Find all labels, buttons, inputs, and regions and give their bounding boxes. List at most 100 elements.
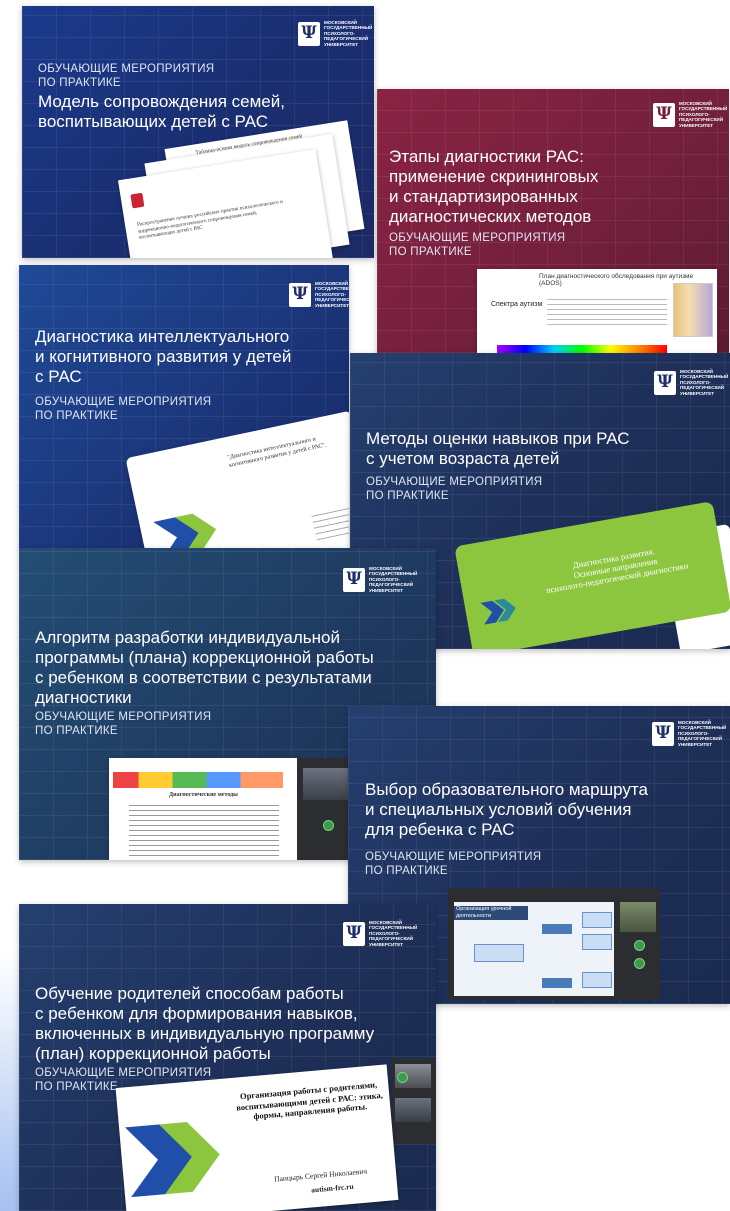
card-subtitle: ОБУЧАЮЩИЕ МЕРОПРИЯТИЯ ПО ПРАКТИКЕ <box>38 62 214 90</box>
diagram-node <box>582 912 612 928</box>
card-asd-diagnostics-stages[interactable]: Ψ МОСКОВСКИЙ ГОСУДАРСТВЕННЫЙ ПСИХОЛОГО- … <box>377 89 729 353</box>
card-title-line: Обучение родителей способам работы <box>35 984 344 1003</box>
university-logo: Ψ МОСКОВСКИЙ ГОСУДАРСТВЕННЫЙ ПСИХОЛОГО- … <box>343 566 423 593</box>
card-subtitle-line: ОБУЧАЮЩИЕ МЕРОПРИЯТИЯ <box>366 476 543 488</box>
card-title: Алгоритм разработки индивидуальной прогр… <box>35 628 374 708</box>
university-logo-text: МОСКОВСКИЙ ГОСУДАРСТВЕННЫЙ ПСИХОЛОГО- ПЕ… <box>679 101 728 128</box>
card-subtitle-line: ОБУЧАЮЩИЕ МЕРОПРИЯТИЯ <box>35 1067 212 1079</box>
slide-site: autism-frc.ru <box>310 1181 355 1195</box>
university-logo: Ψ МОСКОВСКИЙ ГОСУДАРСТВЕННЫЙ ПСИХОЛОГО- … <box>298 20 374 47</box>
slide-images-strip <box>113 772 283 788</box>
university-logo: Ψ МОСКОВСКИЙ ГОСУДАРСТВЕННЫЙ ПСИХОЛОГО- … <box>652 720 730 747</box>
card-title-line: Выбор образовательного маршрута <box>365 780 648 799</box>
participant-video <box>303 768 351 800</box>
card-title-line: Этапы диагностики РАС: <box>389 147 584 166</box>
card-subtitle-line: ПО ПРАКТИКЕ <box>38 77 121 89</box>
slide-preview: План диагностического обследования при а… <box>477 269 717 353</box>
slide-heading: Организация работы с родителями, воспиты… <box>234 1079 384 1123</box>
card-title: Выбор образовательного маршрута и специа… <box>365 780 648 840</box>
card-title-line: программы (плана) коррекционной работы <box>35 648 374 667</box>
card-parent-training[interactable]: Ψ МОСКОВСКИЙ ГОСУДАРСТВЕННЫЙ ПСИХОЛОГО- … <box>19 904 436 1211</box>
card-subtitle-line: ОБУЧАЮЩИЕ МЕРОПРИЯТИЯ <box>35 711 212 723</box>
slide-label: Спектра аутизм <box>491 301 543 308</box>
card-subtitle-line: ОБУЧАЮЩИЕ МЕРОПРИЯТИЯ <box>38 63 215 75</box>
participant-indicator-icon <box>634 940 645 951</box>
diagram-node <box>582 934 612 950</box>
slide-author: Панцырь Сергей Николаевич <box>273 1166 368 1184</box>
slide-heading: Диагностика развития. Основные направлен… <box>519 537 711 600</box>
card-intellectual-cognitive-diagnostics[interactable]: Ψ МОСКОВСКИЙ ГОСУДАРСТВЕННЫЙ ПСИХОЛОГО- … <box>19 265 349 549</box>
card-title-line: с ребенком в соответствии с результатами <box>35 668 372 687</box>
slide-author-lines <box>310 504 349 541</box>
video-call-window: Организация урочной деятельности <box>448 888 660 1000</box>
university-logo-icon: Ψ <box>653 102 675 127</box>
diagram-node <box>474 944 524 962</box>
card-title-line: Алгоритм разработки индивидуальной <box>35 628 340 647</box>
card-title-line: (план) коррекционной работы <box>35 1044 271 1063</box>
university-logo-icon: Ψ <box>289 282 311 307</box>
card-subtitle: ОБУЧАЮЩИЕ МЕРОПРИЯТИЯ ПО ПРАКТИКЕ <box>389 231 565 259</box>
university-logo: Ψ МОСКОВСКИЙ ГОСУДАРСТВЕННЫЙ ПСИХОЛОГО- … <box>289 281 349 308</box>
card-subtitle: ОБУЧАЮЩИЕ МЕРОПРИЯТИЯ ПО ПРАКТИКЕ <box>35 710 211 738</box>
card-title-line: с ребенком для формирования навыков, <box>35 1004 358 1023</box>
diagram-title-box: Организация урочной деятельности <box>454 906 528 920</box>
university-logo-text: МОСКОВСКИЙ ГОСУДАРСТВЕННЫЙ ПСИХОЛОГО- ПЕ… <box>680 369 729 396</box>
card-subtitle-line: ПО ПРАКТИКЕ <box>389 246 472 258</box>
card-title-line: включенных в индивидуальную программу <box>35 1024 375 1043</box>
card-title-line: для ребенка с РАС <box>365 820 515 839</box>
card-title-line: с РАС <box>35 367 82 386</box>
emblem-icon <box>130 192 145 209</box>
card-title-line: Диагностика интеллектуального <box>35 327 290 346</box>
participant-video <box>620 902 656 932</box>
university-logo-text: МОСКОВСКИЙ ГОСУДАРСТВЕННЫЙ ПСИХОЛОГО- ПЕ… <box>369 920 418 947</box>
university-logo-icon: Ψ <box>654 370 676 395</box>
card-title-line: Модель сопровождения семей, <box>38 92 285 111</box>
university-logo: Ψ МОСКОВСКИЙ ГОСУДАРСТВЕННЫЙ ПСИХОЛОГО- … <box>654 369 730 396</box>
card-subtitle-line: ПО ПРАКТИКЕ <box>366 490 449 502</box>
slide-preview: Диагностические методы <box>109 758 297 860</box>
slide-diagram: Организация урочной деятельности <box>454 902 614 996</box>
university-logo: Ψ МОСКОВСКИЙ ГОСУДАРСТВЕННЫЙ ПСИХОЛОГО- … <box>343 920 423 947</box>
card-family-support-model[interactable]: Ψ МОСКОВСКИЙ ГОСУДАРСТВЕННЫЙ ПСИХОЛОГО- … <box>22 6 374 258</box>
card-title-line: диагностики <box>35 688 132 707</box>
participant-indicator-icon <box>323 820 334 831</box>
slide-quote: "Диагностика интеллектуального и когнити… <box>227 436 327 469</box>
slide-list-lines <box>129 802 279 856</box>
spectrum-bar <box>497 345 667 353</box>
university-logo-icon: Ψ <box>298 21 320 46</box>
card-title: Диагностика интеллектуального и когнитив… <box>35 327 291 387</box>
card-title-line: и когнитивного развития у детей <box>35 347 292 366</box>
card-subtitle: ОБУЧАЮЩИЕ МЕРОПРИЯТИЯ ПО ПРАКТИКЕ <box>366 475 542 503</box>
chevron-logo-icon <box>124 1108 241 1207</box>
participant-indicator-icon <box>634 958 645 969</box>
university-logo-text: МОСКОВСКИЙ ГОСУДАРСТВЕННЫЙ ПСИХОЛОГО- ПЕ… <box>324 20 373 47</box>
card-title: Модель сопровождения семей, воспитывающи… <box>38 92 285 132</box>
card-title-line: Методы оценки навыков при РАС <box>366 429 630 448</box>
card-subtitle-line: ОБУЧАЮЩИЕ МЕРОПРИЯТИЯ <box>365 851 542 863</box>
slide-text-block <box>547 295 667 325</box>
card-title-line: и специальных условий обучения <box>365 800 632 819</box>
card-subtitle-line: ПО ПРАКТИКЕ <box>365 865 448 877</box>
slide-title: Диагностические методы <box>169 792 238 798</box>
card-title-line: с учетом возраста детей <box>366 449 560 468</box>
card-title-line: применение скрининговых <box>389 167 599 186</box>
university-logo-icon: Ψ <box>343 921 365 946</box>
diagram-node <box>542 924 572 934</box>
university-logo-text: МОСКОВСКИЙ ГОСУДАРСТВЕННЫЙ ПСИХОЛОГО- ПЕ… <box>678 720 727 747</box>
card-subtitle-line: ПО ПРАКТИКЕ <box>35 725 118 737</box>
slide-preview: Организация работы с родителями, воспиты… <box>115 1064 399 1211</box>
card-subtitle: ОБУЧАЮЩИЕ МЕРОПРИЯТИЯ ПО ПРАКТИКЕ <box>35 395 211 423</box>
card-subtitle-line: ОБУЧАЮЩИЕ МЕРОПРИЯТИЯ <box>389 232 566 244</box>
card-title: Обучение родителей способам работы с реб… <box>35 984 374 1064</box>
university-logo-icon: Ψ <box>343 567 365 592</box>
card-subtitle-line: ОБУЧАЮЩИЕ МЕРОПРИЯТИЯ <box>35 396 212 408</box>
university-logo-text: МОСКОВСКИЙ ГОСУДАРСТВЕННЫЙ ПСИХОЛОГО- ПЕ… <box>369 566 418 593</box>
card-subtitle: ОБУЧАЮЩИЕ МЕРОПРИЯТИЯ ПО ПРАКТИКЕ <box>365 850 541 878</box>
university-logo: Ψ МОСКОВСКИЙ ГОСУДАРСТВЕННЫЙ ПСИХОЛОГО- … <box>653 101 729 128</box>
card-title: Этапы диагностики РАС: применение скрини… <box>389 147 598 227</box>
video-call-strip <box>391 1058 436 1144</box>
card-title-line: и стандартизированных <box>389 187 578 206</box>
slide-body: Распространение лучших российских практи… <box>136 198 284 241</box>
card-subtitle-line: ПО ПРАКТИКЕ <box>35 410 118 422</box>
university-logo-icon: Ψ <box>652 721 674 746</box>
